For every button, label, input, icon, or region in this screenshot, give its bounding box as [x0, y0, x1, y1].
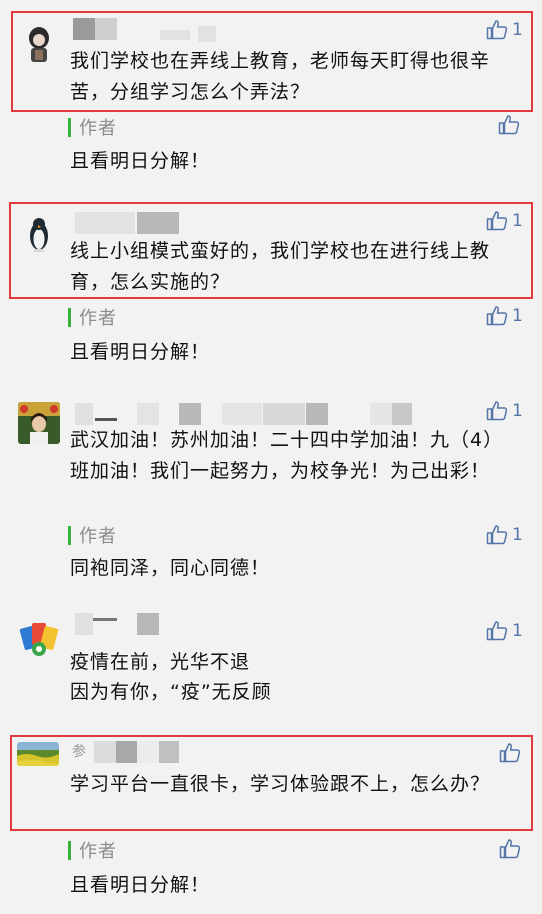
author-reply-label: 作者	[68, 304, 117, 330]
author-reply-text: 同袍同泽，同心同德！	[70, 557, 271, 579]
comment-text-line: 因为有你，“疫”无反顾	[70, 681, 272, 703]
like-button[interactable]: 1	[486, 210, 523, 231]
comment-text-line: 疫情在前，光华不退	[70, 651, 251, 673]
like-button[interactable]: 1	[486, 19, 523, 40]
username-blurred	[94, 741, 116, 763]
author-reply-text: 且看明日分解！	[70, 150, 211, 172]
avatar[interactable]	[18, 402, 60, 444]
reply-like-button[interactable]	[499, 838, 521, 859]
like-count: 1	[512, 305, 523, 326]
username-blurred	[95, 418, 117, 421]
author-reply-text: 且看明日分解！	[70, 874, 211, 896]
username-blurred	[159, 741, 179, 763]
reply-like-button[interactable]	[498, 114, 520, 135]
like-count: 1	[512, 210, 523, 231]
author-bar	[68, 307, 71, 327]
author-reply-text: 且看明日分解！	[70, 341, 211, 363]
username-blurred	[222, 403, 262, 425]
thumbs-up-icon	[486, 620, 508, 641]
author-bar	[68, 840, 71, 860]
username-blurred	[263, 403, 305, 425]
username-blurred	[137, 212, 179, 234]
comment-text: 我们学校也在弄线上教育，老师每天盯得也很辛苦，分组学习怎么个弄法？	[70, 50, 491, 103]
avatar[interactable]	[17, 742, 59, 766]
username-blurred	[116, 741, 137, 763]
comment-text: 武汉加油！苏州加油！二十四中学加油！九（4）班加油！我们一起努力，为校争光！为己…	[70, 429, 504, 482]
username-blurred	[392, 403, 412, 425]
comment-text: 线上小组模式蛮好的，我们学校也在进行线上教育，怎么实施的？	[70, 240, 491, 293]
username-blurred	[137, 403, 159, 425]
thumbs-up-icon	[486, 400, 508, 421]
thumbs-up-icon	[486, 524, 508, 545]
username-blurred	[75, 212, 135, 234]
username-blurred	[95, 18, 117, 40]
username-blurred	[75, 403, 93, 425]
reply-like-button[interactable]: 1	[486, 305, 523, 326]
like-button[interactable]: 1	[486, 400, 523, 421]
like-count: 1	[512, 400, 523, 421]
avatar[interactable]	[18, 619, 60, 661]
username-blurred	[137, 741, 159, 763]
like-button[interactable]: 1	[486, 620, 523, 641]
author-bar	[68, 117, 71, 137]
username-blurred	[370, 403, 392, 425]
avatar[interactable]	[18, 22, 60, 64]
thumbs-up-icon	[498, 114, 520, 135]
username-blurred	[160, 30, 190, 40]
avatar[interactable]	[18, 212, 60, 254]
thumbs-up-icon	[486, 210, 508, 231]
comment-text: 学习平台一直很卡，学习体验跟不上，怎么办？	[70, 773, 491, 795]
username-blurred	[306, 403, 328, 425]
username-blurred	[73, 18, 95, 40]
username-blurred	[137, 613, 159, 635]
username-blurred	[198, 26, 216, 42]
username-blurred	[179, 403, 201, 425]
author-reply-label: 作者	[68, 114, 117, 140]
thumbs-up-icon	[486, 19, 508, 40]
username-fragment: 参	[72, 744, 86, 760]
reply-like-button[interactable]: 1	[486, 524, 523, 545]
like-count: 1	[512, 524, 523, 545]
username-blurred	[75, 613, 93, 635]
like-button[interactable]	[499, 742, 521, 763]
author-bar	[68, 525, 71, 545]
thumbs-up-icon	[486, 305, 508, 326]
author-reply-label: 作者	[68, 837, 117, 863]
like-count: 1	[512, 19, 523, 40]
thumbs-up-icon	[499, 742, 521, 763]
author-reply-label: 作者	[68, 522, 117, 548]
like-count: 1	[512, 620, 523, 641]
username-blurred	[93, 618, 117, 621]
thumbs-up-icon	[499, 838, 521, 859]
